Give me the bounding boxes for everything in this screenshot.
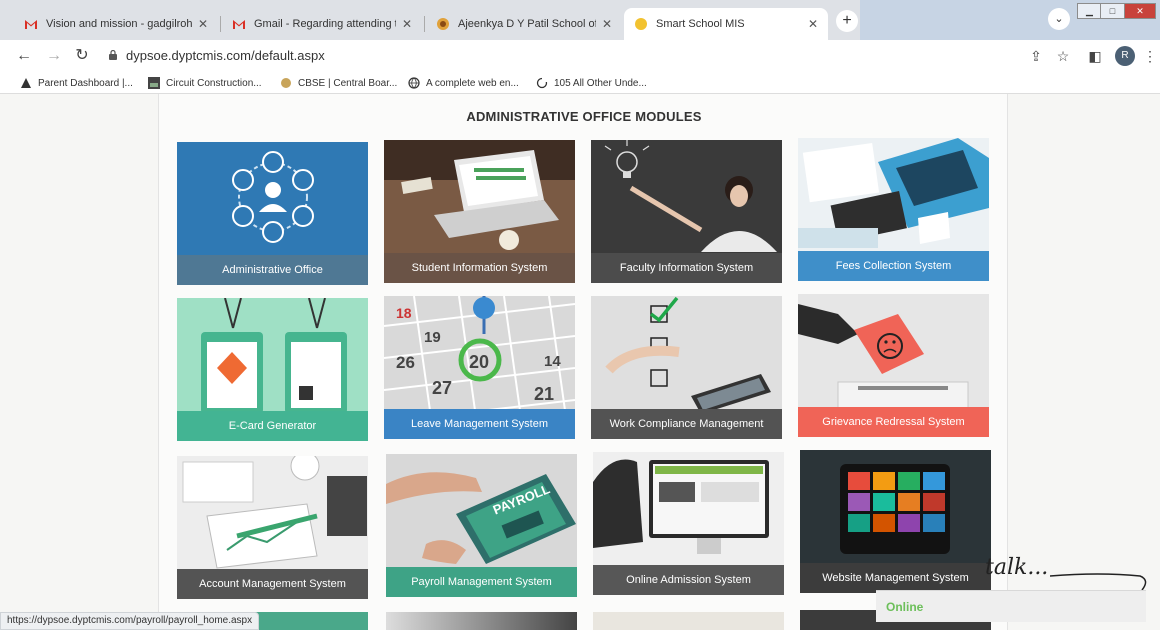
new-tab-button[interactable]: + [836,10,858,32]
chat-status: Online [886,600,924,614]
module-work-compliance[interactable]: Work Compliance Management [591,296,782,439]
module-online-admission[interactable]: Online Admission System [593,452,784,595]
module-student-information[interactable]: Student Information System [384,140,575,283]
bookmark-web-engine[interactable]: A complete web en... [408,75,519,91]
module-thumbnail [386,612,577,630]
status-bar-url: https://dypsoe.dyptcmis.com/payroll/payr… [0,612,260,630]
triangle-icon [20,77,32,89]
chat-widget[interactable]: Online [876,590,1146,622]
modules-panel: ADMINISTRATIVE OFFICE MODULES Administra… [158,94,1008,630]
module-row4-2[interactable] [386,612,577,630]
bookmark-label: A complete web en... [426,77,519,89]
browser-window: Vision and mission - gadgilrohini ✕ Gmai… [0,0,1160,630]
module-caption: Leave Management System [384,409,575,439]
bookmarks-bar: Parent Dashboard |... Circuit Constructi… [0,72,1160,94]
module-ecard-generator[interactable]: E-Card Generator [177,298,368,441]
module-caption: Grievance Redressal System [798,407,989,437]
module-caption: Administrative Office [177,255,368,285]
module-caption: Faculty Information System [591,253,782,283]
star-icon[interactable]: ☆ [1053,46,1073,66]
svg-text:27: 27 [432,378,452,398]
address-input[interactable]: dypsoe.dyptcmis.com/default.aspx [126,48,325,63]
globe-icon [408,77,420,89]
share-icon[interactable]: ⇪ [1026,46,1046,66]
window-close-button[interactable]: ✕ [1124,3,1156,19]
forward-arrow-icon[interactable]: → [44,46,64,66]
bookmark-circuit[interactable]: Circuit Construction... [148,75,262,91]
bookmark-label: Circuit Construction... [166,77,262,89]
svg-text:14: 14 [544,353,561,370]
refresh-icon [536,77,548,89]
tab-vision-mission[interactable]: Vision and mission - gadgilrohini ✕ [14,8,218,40]
svg-text:18: 18 [396,305,412,321]
svg-text:21: 21 [534,384,554,404]
module-caption: Account Management System [177,569,368,599]
address-bar-row: ← → ↻ dypsoe.dyptcmis.com/default.aspx ⇪… [0,40,1160,72]
loading-icon [634,17,648,31]
module-website-management[interactable]: Website Management System [800,450,991,593]
page-title: ADMINISTRATIVE OFFICE MODULES [466,109,702,124]
bookmark-label: Parent Dashboard |... [38,77,133,89]
module-grievance-redressal[interactable]: Grievance Redressal System [798,294,989,437]
module-leave-management[interactable]: 18 19 26 27 21 14 20 Leave Management Sy… [384,296,575,439]
bookmark-cbse[interactable]: CBSE | Central Boar... [280,75,397,91]
back-arrow-icon[interactable]: ← [14,46,34,66]
module-thumbnail [593,612,784,630]
bookmark-label: CBSE | Central Boar... [298,77,398,89]
tab-school[interactable]: Ajeenkya D Y Patil School of Eng ✕ [426,8,622,40]
module-caption: Student Information System [384,253,575,283]
tab-gmail[interactable]: Gmail - Regarding attending the ✕ [222,8,422,40]
bookmark-label: 105 All Other Unde... [554,77,647,89]
tab-separator [424,16,425,32]
image-icon [148,77,160,89]
reload-icon[interactable]: ↻ [72,46,92,66]
module-caption: E-Card Generator [177,411,368,441]
svg-text:19: 19 [424,329,441,346]
chat-swoosh [1050,573,1147,591]
module-caption: Fees Collection System [798,251,989,281]
close-icon[interactable]: ✕ [602,17,612,31]
module-caption: Website Management System [800,563,991,593]
module-caption: Work Compliance Management [591,409,782,439]
close-icon[interactable]: ✕ [198,17,208,31]
tab-title: Ajeenkya D Y Patil School of Eng [458,18,596,30]
svg-text:26: 26 [396,353,415,372]
menu-dots-icon[interactable]: ⋮ [1140,46,1160,66]
module-fees-collection[interactable]: Fees Collection System [798,138,989,281]
module-caption: Online Admission System [593,565,784,595]
tab-separator [220,16,221,32]
profile-avatar[interactable]: R [1115,46,1135,66]
web-page: ADMINISTRATIVE OFFICE MODULES Administra… [0,94,1160,630]
maximize-button[interactable]: □ [1100,3,1125,19]
module-faculty-information[interactable]: Faculty Information System [591,140,782,283]
gmail-icon [24,17,38,31]
school-icon [436,17,450,31]
svg-text:20: 20 [469,352,489,372]
module-account-management[interactable]: Account Management System [177,456,368,599]
tab-strip: Vision and mission - gadgilrohini ✕ Gmai… [0,0,1160,40]
tab-smart-school[interactable]: Smart School MIS ✕ [624,8,828,40]
chevron-down-icon[interactable]: ⌄ [1048,8,1070,30]
tab-title: Vision and mission - gadgilrohini [46,18,192,30]
gmail-icon [232,17,246,31]
tab-title: Gmail - Regarding attending the [254,18,396,30]
bookmark-105-other[interactable]: 105 All Other Unde... [536,75,647,91]
lock-icon[interactable] [108,50,118,60]
module-row4-3[interactable] [593,612,784,630]
tab-title: Smart School MIS [656,18,745,30]
minimize-button[interactable]: ▁ [1077,3,1102,19]
side-panel-icon[interactable]: ◧ [1085,46,1105,66]
bookmark-parent-dashboard[interactable]: Parent Dashboard |... [20,75,133,91]
module-payroll-management[interactable]: PAYROLL Payroll Management System [386,454,577,597]
module-administrative-office[interactable]: Administrative Office [177,142,368,285]
close-icon[interactable]: ✕ [808,17,818,31]
module-caption: Payroll Management System [386,567,577,597]
close-icon[interactable]: ✕ [402,17,412,31]
emblem-icon [280,77,292,89]
chat-tagline: talk... [985,555,1049,580]
